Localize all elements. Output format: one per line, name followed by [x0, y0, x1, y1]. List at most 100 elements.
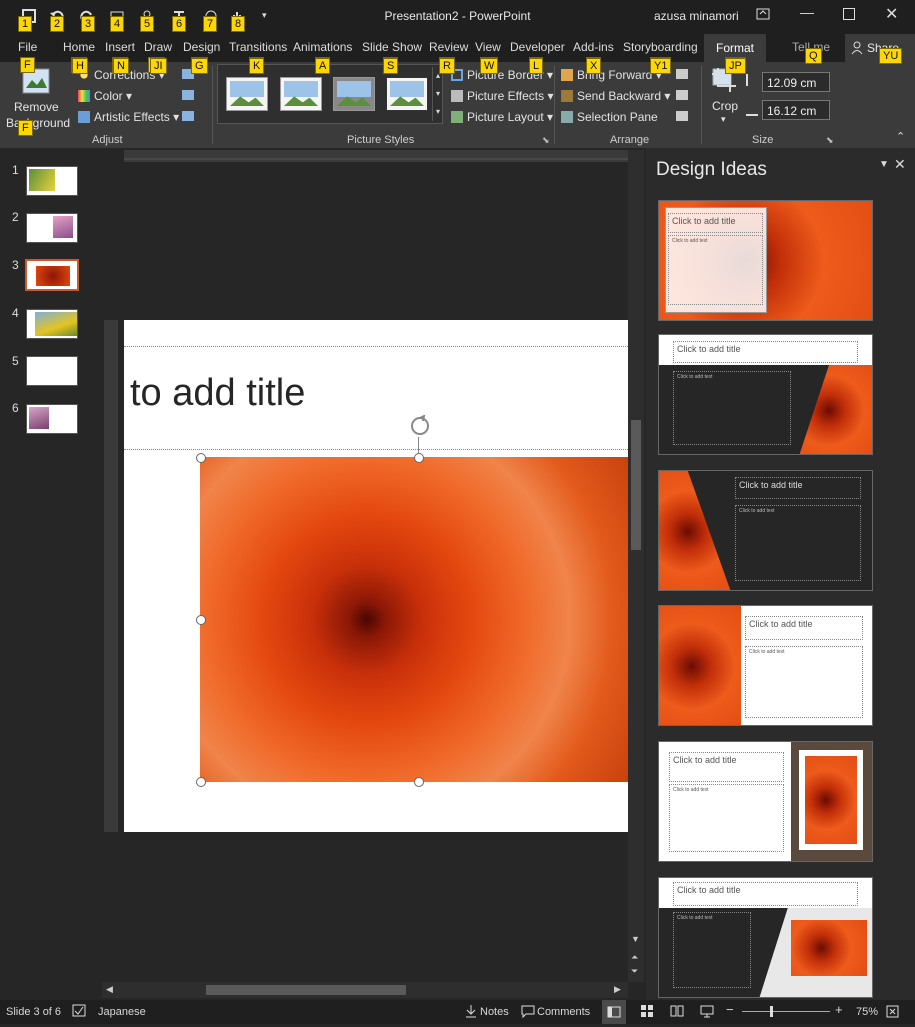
crop-button[interactable]: Crop ▾ — [707, 66, 743, 126]
reset-picture-icon[interactable] — [182, 111, 194, 121]
language-indicator[interactable]: Japanese — [98, 1006, 146, 1018]
title-placeholder: Click to add title — [735, 477, 861, 499]
resize-handle[interactable] — [414, 453, 424, 463]
design-idea-card[interactable]: Click to add title Click to add text — [658, 334, 873, 455]
resize-handle[interactable] — [196, 453, 206, 463]
picture-layout-button[interactable]: Picture Layout ▾ — [451, 110, 553, 124]
resize-handle[interactable] — [196, 615, 206, 625]
width-input[interactable]: 16.12 cm — [762, 100, 830, 120]
zoom-out-icon[interactable]: − — [726, 1002, 734, 1017]
design-idea-card[interactable]: Click to add title Click to add text — [658, 741, 873, 862]
previous-slide-icon[interactable]: ⏶ — [631, 952, 638, 963]
slide-title-text[interactable]: to add title — [130, 372, 305, 415]
slide-thumbnail-1[interactable] — [26, 166, 78, 196]
rotate-icon[interactable] — [676, 111, 688, 121]
ribbon-display-icon[interactable] — [756, 8, 770, 23]
close-icon[interactable]: ✕ — [885, 4, 898, 24]
picture-style-thumb[interactable] — [386, 77, 428, 111]
pane-options-icon[interactable]: ▼ — [879, 159, 889, 170]
tab-add-ins[interactable]: Add-ins — [573, 40, 614, 54]
notes-icon — [464, 1004, 478, 1021]
tab-transitions[interactable]: Transitions — [229, 40, 287, 54]
slide-thumbnail-4[interactable] — [26, 309, 78, 339]
rotate-handle-icon[interactable] — [409, 414, 431, 440]
slideshow-icon[interactable] — [700, 1004, 714, 1021]
artistic-effects-button[interactable]: Artistic Effects ▾ — [78, 110, 179, 124]
dialog-launcher-icon[interactable]: ⬊ — [826, 135, 834, 146]
tab-developer[interactable]: Developer — [510, 40, 565, 54]
send-backward-button[interactable]: Send Backward ▾ — [561, 89, 670, 103]
horizontal-ruler — [124, 150, 628, 162]
tab-review[interactable]: Review — [429, 40, 468, 54]
slide-thumbnail-6[interactable] — [26, 404, 78, 434]
horizontal-scrollbar[interactable]: ◀ ▶ — [102, 982, 628, 998]
dialog-launcher-icon[interactable]: ⬊ — [542, 135, 550, 146]
height-input[interactable]: 12.09 cm — [762, 72, 830, 92]
fit-to-window-icon[interactable] — [886, 1005, 899, 1021]
color-button[interactable]: Color ▾ — [78, 89, 132, 103]
zoom-slider[interactable] — [742, 1011, 830, 1012]
zoom-level[interactable]: 75% — [856, 1006, 878, 1018]
keytip: A — [315, 58, 331, 74]
tab-animations[interactable]: Animations — [293, 40, 352, 54]
picture-style-thumb[interactable] — [280, 77, 322, 111]
design-idea-card[interactable]: Click to add title Click to add text — [658, 470, 873, 591]
slide-thumbnail-3[interactable] — [25, 259, 79, 291]
ribbon: Remove Background Corrections ▾ Color ▾ … — [0, 58, 915, 148]
maximize-icon[interactable] — [843, 8, 855, 20]
height-icon — [746, 74, 760, 86]
slide-thumbnail-2[interactable] — [26, 213, 78, 243]
tab-design[interactable]: Design — [183, 40, 220, 54]
slide-number: 2 — [12, 210, 19, 224]
keytip: 8 — [231, 16, 246, 32]
minimize-icon[interactable]: — — [800, 4, 814, 20]
picture-style-thumb[interactable] — [333, 77, 375, 111]
resize-handle[interactable] — [196, 777, 206, 787]
scroll-left-icon[interactable]: ◀ — [106, 984, 113, 995]
tab-file[interactable]: File — [18, 40, 37, 54]
picture-effects-button[interactable]: Picture Effects ▾ — [451, 89, 554, 103]
comments-button[interactable]: Comments — [537, 1006, 590, 1018]
scroll-right-icon[interactable]: ▶ — [614, 984, 621, 995]
artistic-effects-icon — [78, 111, 90, 123]
scroll-down-icon[interactable]: ▼ — [631, 934, 640, 944]
resize-handle[interactable] — [414, 777, 424, 787]
user-name[interactable]: azusa minamori — [654, 9, 739, 23]
status-bar: Slide 3 of 6 Japanese Notes Comments − +… — [0, 1000, 915, 1024]
reading-view-icon[interactable] — [670, 1004, 684, 1021]
collapse-ribbon-icon[interactable]: ⌃ — [896, 130, 905, 143]
change-picture-icon[interactable] — [182, 90, 194, 100]
tab-draw[interactable]: Draw — [144, 40, 172, 54]
scroll-thumb[interactable] — [631, 420, 641, 550]
design-idea-card[interactable]: Click to add title Click to add text — [658, 605, 873, 726]
slide-canvas[interactable]: to add title — [124, 320, 628, 832]
tab-view[interactable]: View — [475, 40, 501, 54]
crop-label: Crop — [712, 99, 739, 113]
scroll-thumb[interactable] — [206, 985, 406, 995]
picture-style-thumb[interactable] — [226, 77, 268, 111]
design-idea-card[interactable]: Click to add title Click to add text — [658, 200, 873, 321]
close-pane-icon[interactable]: ✕ — [894, 156, 906, 173]
design-idea-card[interactable]: Click to add title Click to add text — [658, 877, 873, 998]
notes-button[interactable]: Notes — [480, 1006, 509, 1018]
tab-slide-show[interactable]: Slide Show — [362, 40, 422, 54]
tab-storyboarding[interactable]: Storyboarding — [623, 40, 698, 54]
zoom-slider-thumb[interactable] — [770, 1006, 773, 1017]
tab-insert[interactable]: Insert — [105, 40, 135, 54]
bring-forward-button[interactable]: Bring Forward ▾ — [561, 68, 662, 82]
slide-sorter-icon[interactable] — [640, 1004, 654, 1021]
flower-picture[interactable] — [200, 457, 628, 782]
next-slide-icon[interactable]: ⏷ — [631, 966, 638, 977]
selection-pane-button[interactable]: Selection Pane — [561, 110, 658, 124]
remove-background-button[interactable]: Remove Background — [0, 64, 70, 130]
gallery-scroll[interactable]: ▴ ▾ ▾ — [432, 67, 443, 121]
bring-forward-icon — [561, 69, 573, 81]
slide-thumbnail-5[interactable] — [26, 356, 78, 386]
group-icon[interactable] — [676, 90, 688, 100]
spelling-check-icon[interactable] — [72, 1004, 86, 1021]
zoom-in-icon[interactable]: + — [835, 1002, 843, 1017]
vertical-scrollbar[interactable]: ▼ ⏶ ⏷ — [628, 150, 644, 982]
tab-home[interactable]: Home — [63, 40, 95, 54]
align-icon[interactable] — [676, 69, 688, 79]
normal-view-icon[interactable] — [602, 1000, 626, 1024]
